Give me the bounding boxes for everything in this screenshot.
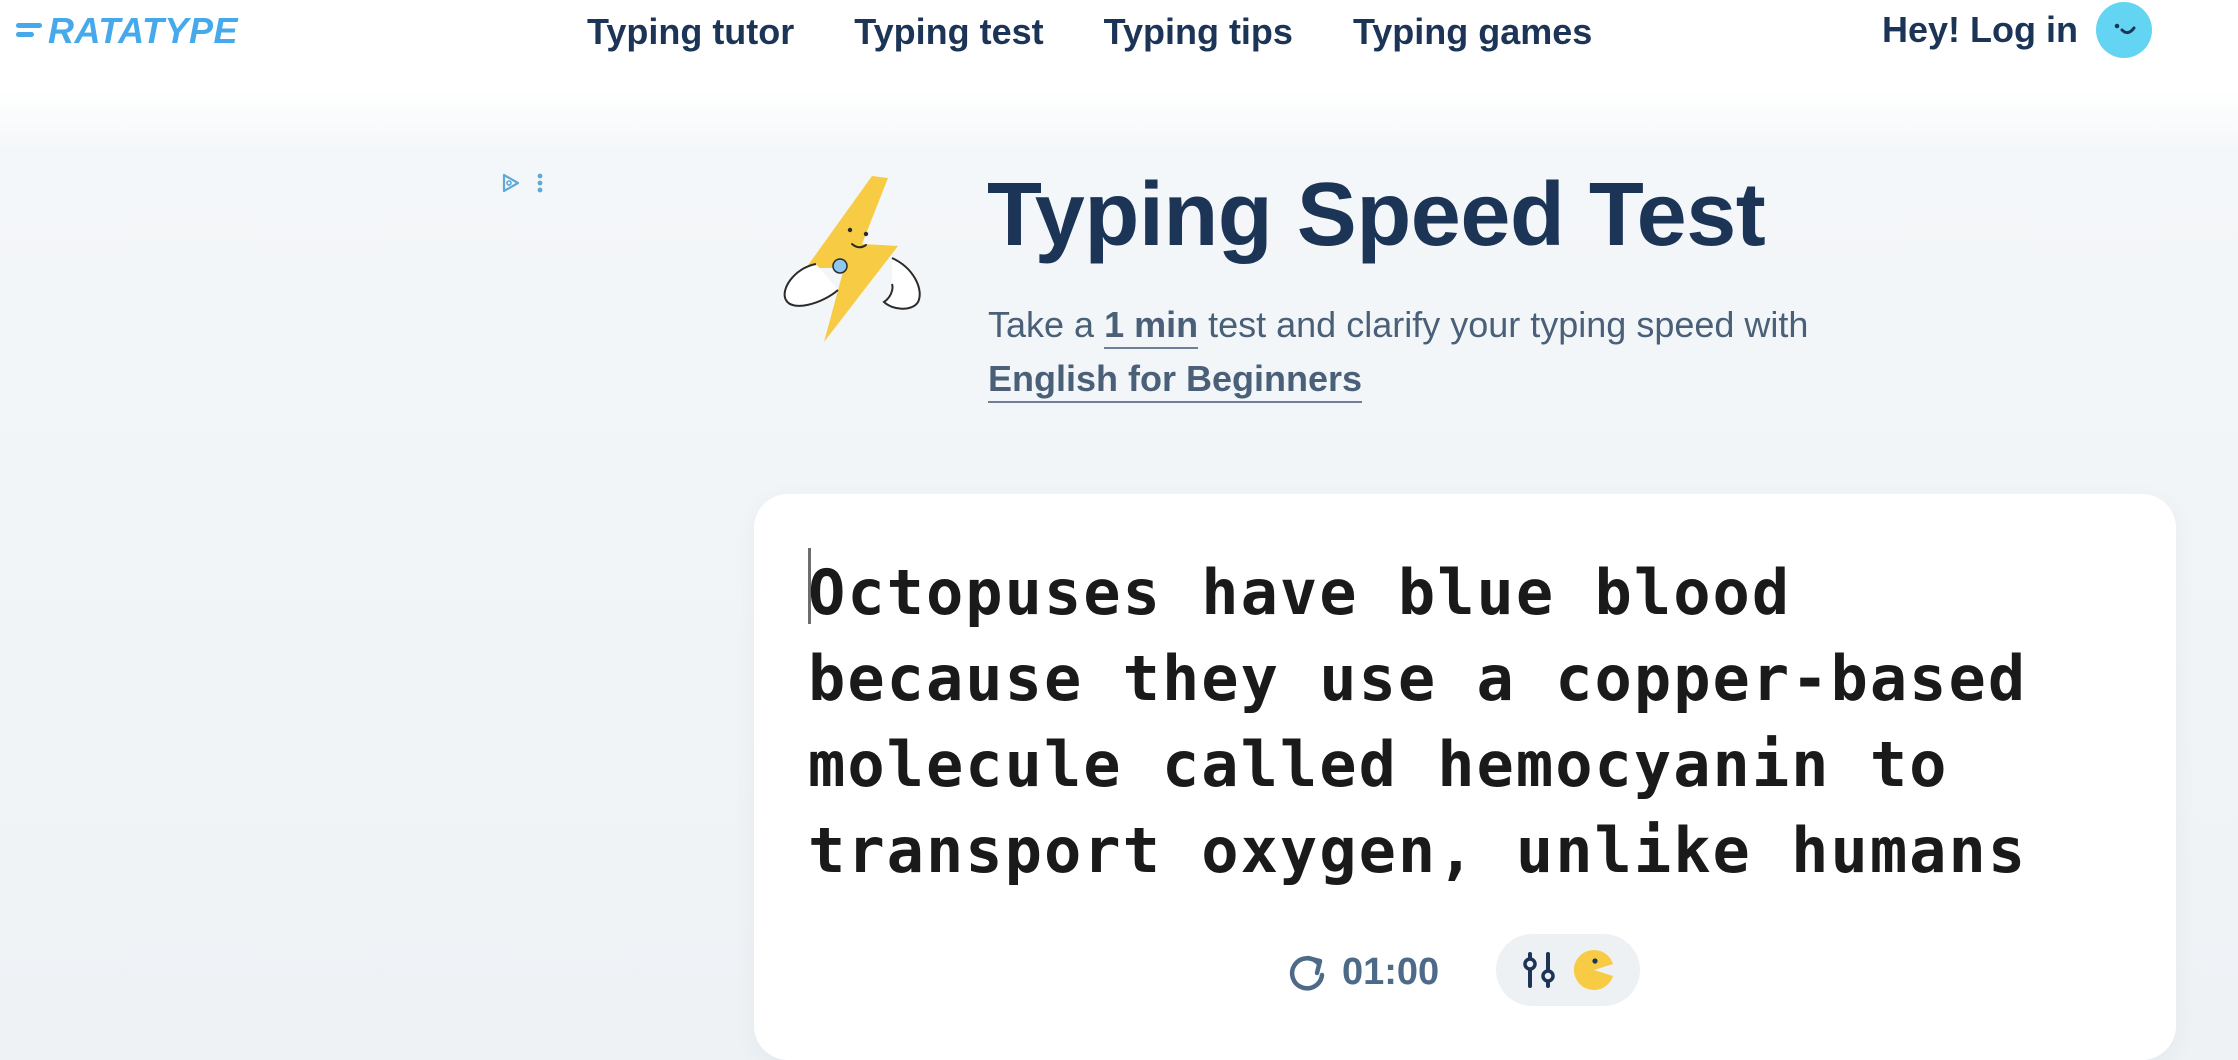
logo-text: RATATYPE: [48, 10, 238, 51]
restart-icon[interactable]: [1284, 949, 1330, 995]
adchoices-icon[interactable]: [500, 172, 522, 194]
page-title: Typing Speed Test: [987, 165, 1766, 265]
subtitle-prefix: Take a: [988, 304, 1105, 345]
page-subtitle: Take a 1 min test and clarify your typin…: [988, 298, 1888, 406]
ad-choices[interactable]: [500, 172, 544, 194]
test-controls: 01:00: [754, 934, 2176, 1010]
course-selector[interactable]: English for Beginners: [988, 358, 1363, 403]
nav-typing-tutor[interactable]: Typing tutor: [587, 10, 794, 54]
logo-speed-lines-icon: [16, 16, 46, 46]
sliders-icon[interactable]: [1522, 950, 1558, 990]
nav-typing-tips[interactable]: Typing tips: [1104, 10, 1293, 54]
typing-test-card[interactable]: Octopuses have blue blood because they u…: [754, 494, 2176, 1060]
text-line: Octopuses have blue blood: [808, 556, 1792, 629]
typing-text[interactable]: Octopuses have blue blood because they u…: [808, 550, 2138, 894]
login-area[interactable]: Hey! Log in: [1882, 2, 2152, 58]
ratatype-logo[interactable]: RATATYPE: [16, 10, 238, 52]
text-line: molecule called hemocyanin to: [808, 728, 1949, 801]
nav-typing-games[interactable]: Typing games: [1353, 10, 1592, 54]
main-nav: Typing tutor Typing test Typing tips Typ…: [587, 10, 1652, 54]
duration-selector[interactable]: 1 min: [1104, 304, 1199, 349]
settings-pill[interactable]: [1496, 934, 1640, 1006]
more-vertical-icon[interactable]: [536, 172, 544, 194]
avatar[interactable]: [2096, 2, 2152, 58]
pacman-icon[interactable]: [1573, 949, 1615, 991]
restart-timer[interactable]: 01:00: [1284, 938, 1439, 1006]
nav-typing-test[interactable]: Typing test: [854, 10, 1043, 54]
timer-value: 01:00: [1342, 950, 1440, 993]
login-link[interactable]: Hey! Log in: [1882, 9, 2078, 51]
text-line: transport oxygen, unlike humans: [808, 814, 2028, 887]
lightning-mascot-icon: [783, 176, 921, 342]
site-header: RATATYPE Typing tutor Typing test Typing…: [0, 0, 2238, 66]
text-line: because they use a copper-based: [808, 642, 2028, 715]
smile-icon: [2114, 23, 2136, 35]
subtitle-suffix: test and clarify your typing speed with: [1198, 304, 1809, 345]
